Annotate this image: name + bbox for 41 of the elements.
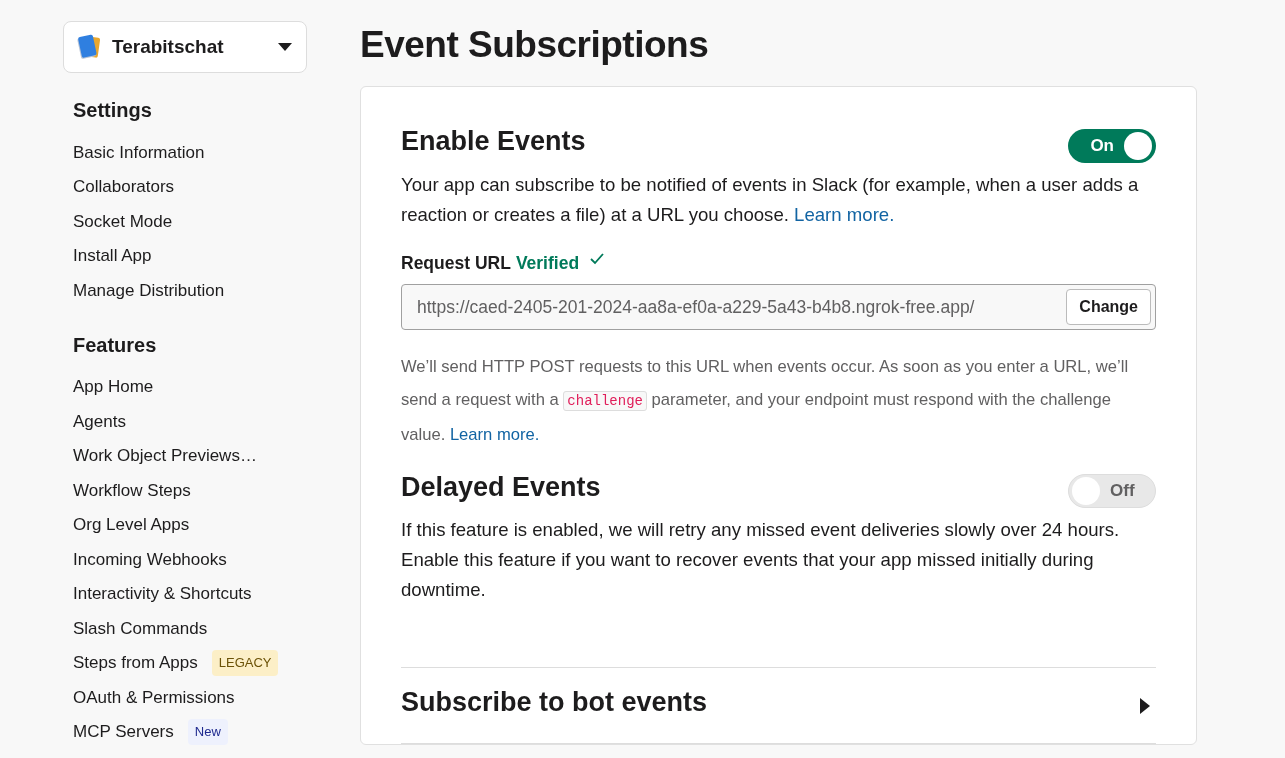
sidebar-link[interactable]: Basic Information — [63, 135, 307, 170]
section-heading: Features — [73, 332, 158, 358]
sidebar-link[interactable]: MCP Servers — [73, 719, 174, 745]
toggle-switch[interactable]: Off — [1068, 474, 1156, 509]
help-text: We’ll send HTTP POST requests to this URL when events occur. As soon as you enter a URL, we’ll send a request with a challenge parameter, and your endpoint must respond with the challenge value. Learn more. — [401, 356, 1130, 447]
sidebar-link[interactable]: Install App — [63, 238, 307, 273]
sidebar-link[interactable]: Agents — [63, 404, 307, 439]
sidebar-link[interactable]: Interactivity & Shortcuts — [63, 576, 307, 611]
section-title: Delayed Events — [401, 471, 601, 504]
verified-status: Verified — [515, 251, 580, 275]
page-title: Event Subscriptions — [360, 23, 710, 67]
check-icon — [590, 252, 605, 265]
section-title: Enable Events — [401, 125, 586, 158]
field-label: Request URL — [401, 251, 511, 275]
sidebar-link[interactable]: App Home — [63, 369, 307, 404]
section-heading: Settings — [73, 98, 153, 123]
sidebar-link[interactable]: Incoming Webhooks — [63, 542, 307, 577]
toggle-switch[interactable]: On — [1068, 128, 1156, 163]
section-title: Subscribe to bot events — [401, 685, 708, 719]
status-tag: LEGACY — [211, 650, 279, 676]
sidebar-link[interactable]: Steps from Apps — [73, 650, 198, 676]
workspace-switcher[interactable]: Terabitschat — [63, 21, 307, 73]
caret-icon — [278, 43, 292, 51]
url-field[interactable]: https://caed-2405-201-2024-aa8a-ef0a-a229-5a43-b4b8.ngrok-free.app/ Change — [401, 284, 1156, 331]
sidebar-link[interactable]: Workflow Steps — [63, 473, 307, 508]
learn-more-link[interactable]: Learn more. — [449, 425, 540, 445]
sidebar-link[interactable]: OAuth & Permissions — [63, 680, 307, 715]
learn-more-link[interactable]: Learn more. — [794, 203, 895, 225]
sidebar-link[interactable]: Org Level Apps — [63, 507, 307, 542]
section-description: Your app can subscribe to be notified of events in Slack (for example, when a user adds a reaction or creates a file) at a URL you choose. Learn more. — [401, 172, 1140, 227]
sidebar-link[interactable]: Slash Commands — [63, 611, 307, 646]
sidebar-link[interactable]: Collaborators — [63, 169, 307, 204]
caret-right-icon[interactable] — [1140, 697, 1150, 714]
section-description: If this feature is enabled, we will retry any missed event deliveries slowly over 24 hours. Enable this feature if you want to recover events that your app missed initially during downtime. — [401, 518, 1121, 603]
sidebar-link[interactable]: Manage Distribution — [63, 273, 307, 308]
status-tag: New — [187, 719, 228, 745]
sidebar-link[interactable]: Socket Mode — [63, 204, 307, 239]
book-icon — [76, 34, 102, 60]
sidebar-link[interactable]: Work Object Previews… — [63, 438, 307, 473]
workspace-name: Terabitschat — [112, 34, 225, 59]
change-button[interactable]: Change — [1066, 289, 1151, 326]
